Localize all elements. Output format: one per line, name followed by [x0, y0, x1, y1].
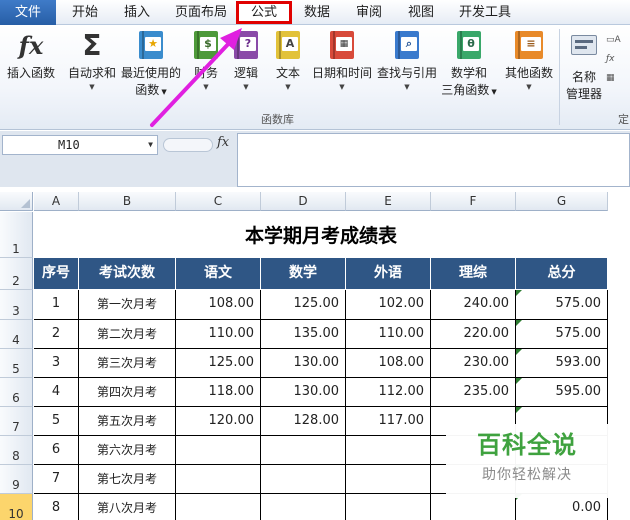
excel-window: 文件 开始 插入 页面布局 公式 数据 审阅 视图 开发工具 fx 插入函数 Σ… — [0, 0, 630, 520]
watermark: 百科全说 助你轻松解决 — [446, 424, 608, 498]
